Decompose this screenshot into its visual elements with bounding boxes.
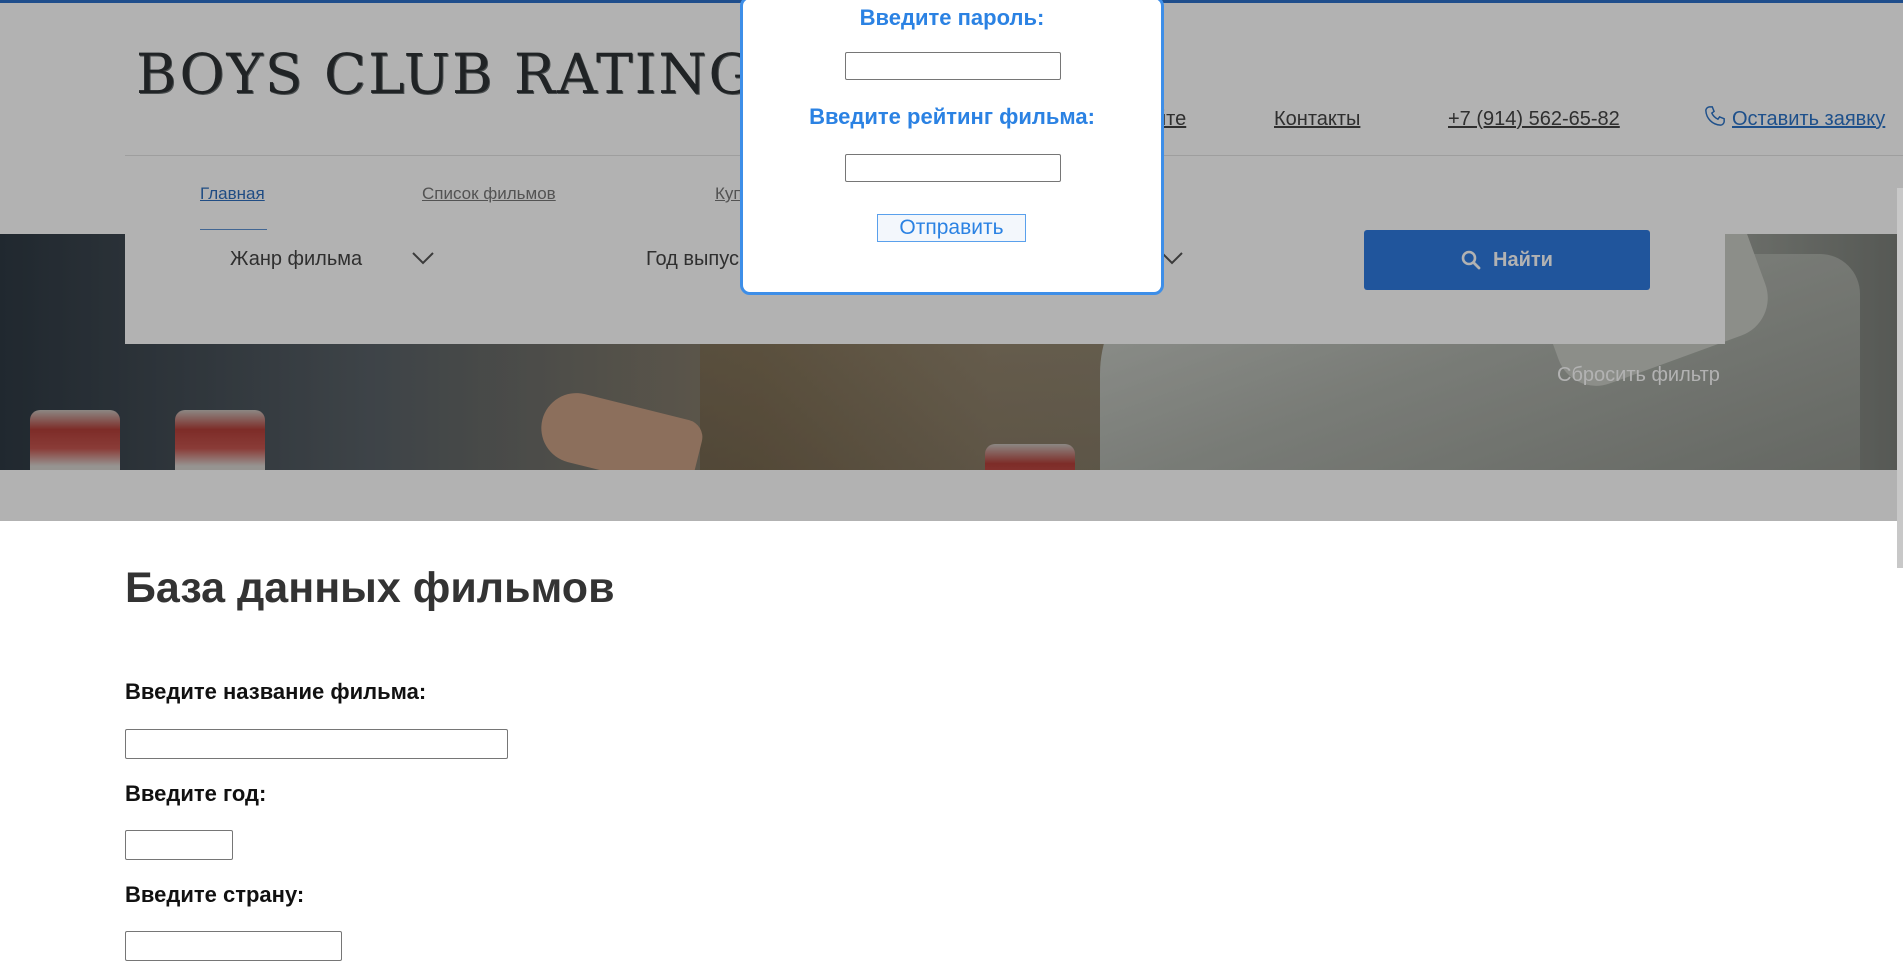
- rating-input[interactable]: [845, 154, 1061, 182]
- film-title-label: Введите название фильма:: [125, 679, 427, 704]
- film-title-input[interactable]: [125, 729, 508, 759]
- password-input[interactable]: [845, 52, 1061, 80]
- scrollbar[interactable]: [1897, 188, 1903, 568]
- submit-button[interactable]: Отправить: [877, 214, 1026, 242]
- country-input[interactable]: [125, 931, 342, 961]
- rating-label: Введите рейтинг фильма:: [809, 104, 1095, 129]
- country-label: Введите страну:: [125, 882, 305, 907]
- password-label: Введите пароль:: [859, 5, 1045, 30]
- rating-modal: Введите пароль: Введите рейтинг фильма: …: [740, 0, 1164, 295]
- year-label: Введите год:: [125, 781, 267, 806]
- year-input[interactable]: [125, 830, 233, 860]
- page-title: База данных фильмов: [125, 564, 615, 612]
